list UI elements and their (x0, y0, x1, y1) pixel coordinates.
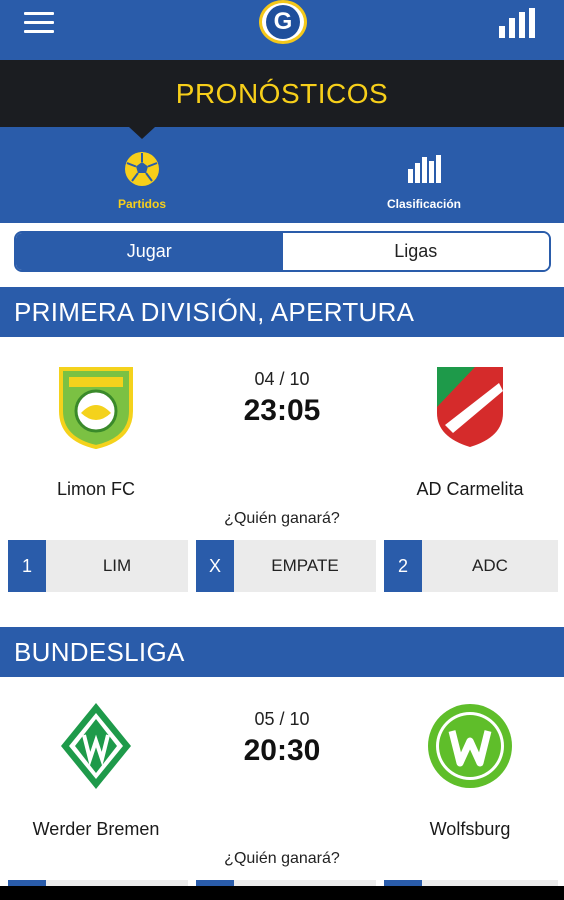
tab-clasificacion[interactable]: Clasificación (374, 127, 474, 223)
ad-carmelita-crest (425, 361, 515, 451)
soccer-ball-icon (122, 149, 162, 189)
league-header: BUNDESLIGA (0, 627, 564, 677)
pick-home-label: LIM (102, 556, 132, 575)
system-nav-strip (0, 886, 564, 900)
pick-draw-label: EMPATE (271, 556, 339, 575)
pick-home-number: 1 (8, 540, 46, 592)
match-datetime: 04 / 10 23:05 (192, 369, 372, 428)
top-bar: G (0, 0, 564, 60)
home-team[interactable]: Werder Bremen (6, 701, 186, 840)
match-card: Werder Bremen 05 / 10 20:30 Wolfsburg ¿Q… (0, 677, 564, 900)
away-team-name: AD Carmelita (416, 479, 524, 499)
tab-partidos-label: Partidos (117, 197, 166, 211)
pick-home-button[interactable]: 1 LIM (8, 540, 188, 592)
limon-fc-crest (51, 361, 141, 451)
active-tab-pointer (129, 127, 155, 139)
segmented-control: Jugar Ligas (14, 231, 551, 272)
segment-jugar[interactable]: Jugar (16, 233, 283, 270)
match-date: 05 / 10 (254, 709, 310, 729)
pick-away-button[interactable]: 2 ADC (384, 540, 558, 592)
stats-icon[interactable] (499, 8, 535, 38)
home-team-name: Werder Bremen (32, 819, 160, 839)
prediction-question: ¿Quién ganará? (224, 850, 340, 867)
match-datetime: 05 / 10 20:30 (192, 709, 372, 768)
pick-away-label: ADC (472, 556, 508, 575)
away-team-name: Wolfsburg (429, 819, 511, 839)
match-card: Limon FC 04 / 10 23:05 AD Carmelita ¿Qui… (0, 337, 564, 602)
menu-icon[interactable] (24, 12, 54, 34)
away-team[interactable]: Wolfsburg (380, 701, 560, 840)
home-team-name: Limon FC (56, 479, 136, 499)
league-header: PRIMERA DIVISIÓN, APERTURA (0, 287, 564, 337)
tab-partidos[interactable]: Partidos (92, 127, 192, 223)
home-team[interactable]: Limon FC (6, 361, 186, 500)
match-time: 20:30 (243, 734, 321, 767)
prediction-question: ¿Quién ganará? (224, 510, 340, 527)
pick-draw-button[interactable]: X EMPATE (196, 540, 376, 592)
bar-chart-icon (404, 149, 444, 189)
main-tabs: Partidos Clasificación (0, 127, 564, 223)
match-date: 04 / 10 (254, 369, 310, 389)
page-title: PRONÓSTICOS (175, 77, 389, 109)
logo-letter: G (266, 5, 300, 39)
page-title-band: PRONÓSTICOS (0, 60, 564, 127)
app-logo: G (259, 0, 307, 44)
match-time: 23:05 (243, 394, 321, 427)
tab-clasificacion-label: Clasificación (386, 197, 462, 211)
wolfsburg-crest (425, 701, 515, 791)
segment-ligas[interactable]: Ligas (282, 233, 549, 270)
werder-bremen-crest (51, 701, 141, 791)
pick-draw-number: X (196, 540, 234, 592)
pick-away-number: 2 (384, 540, 422, 592)
away-team[interactable]: AD Carmelita (380, 361, 560, 500)
